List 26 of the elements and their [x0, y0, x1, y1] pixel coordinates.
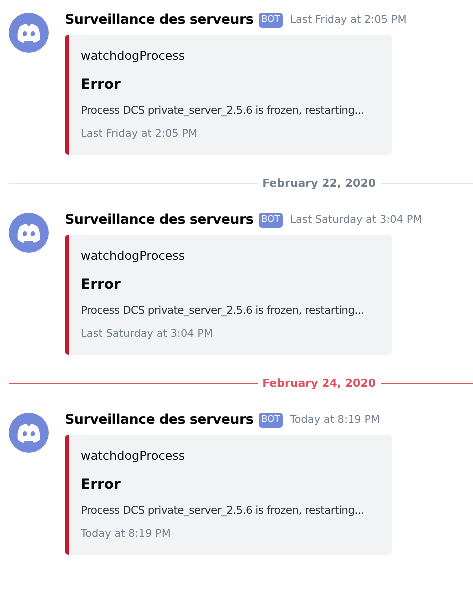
message-timestamp: Last Saturday at 3:04 PM — [290, 214, 422, 226]
embed-title: Error — [81, 76, 122, 94]
bot-tag: BOT — [258, 412, 284, 428]
bot-tag: BOT — [258, 212, 284, 228]
bot-avatar-icon — [9, 413, 49, 453]
bot-avatar-icon — [9, 13, 49, 53]
message-timestamp: Last Friday at 2:05 PM — [290, 14, 407, 26]
bot-tag: BOT — [258, 12, 284, 28]
bot-avatar-icon — [9, 213, 49, 253]
message-timestamp: Today at 8:19 PM — [290, 414, 380, 426]
embed-description: Process DCS private_server_2.5.6 is frozen, restarting... — [81, 503, 366, 519]
embed-description: Process DCS private_server_2.5.6 is frozen, restarting... — [81, 303, 366, 319]
author-name[interactable]: Surveillance des serveurs — [65, 12, 254, 28]
embed-author: watchdogProcess — [81, 248, 186, 264]
embed-description: Process DCS private_server_2.5.6 is frozen, restarting... — [81, 103, 366, 119]
embed-footer: Last Saturday at 3:04 PM — [81, 327, 386, 341]
embed-footer: Last Friday at 2:05 PM — [81, 127, 386, 141]
author-name[interactable]: Surveillance des serveurs — [65, 412, 254, 428]
date-divider-label: February 24, 2020 — [262, 376, 377, 390]
embed-title: Error — [81, 276, 122, 294]
embed-title: Error — [81, 476, 122, 494]
embed-author: watchdogProcess — [81, 448, 186, 464]
embed-footer: Today at 8:19 PM — [81, 527, 386, 541]
author-name[interactable]: Surveillance des serveurs — [65, 212, 254, 228]
embed-author: watchdogProcess — [81, 48, 186, 64]
date-divider-label: February 22, 2020 — [262, 176, 377, 190]
